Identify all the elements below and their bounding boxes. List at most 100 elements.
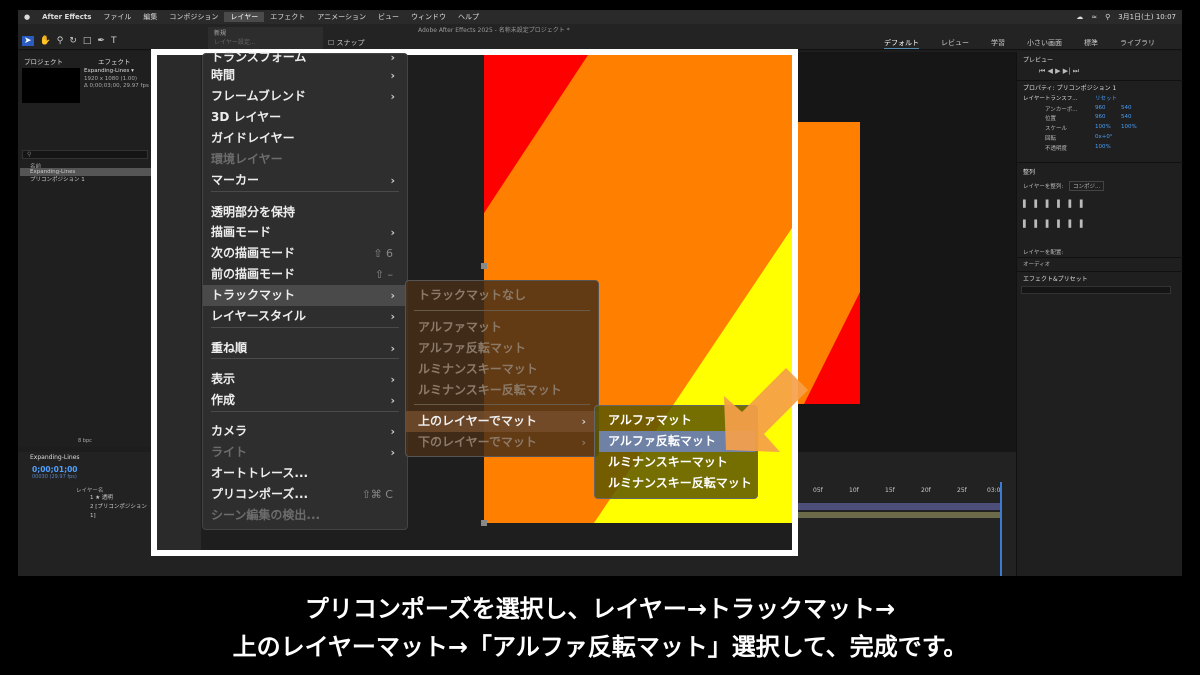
align-target-select[interactable]: コンポジ...	[1069, 181, 1105, 191]
layer-menu-item[interactable]: カメラ ›	[203, 421, 407, 442]
layer-menu-item[interactable]: 作成 ›	[203, 390, 407, 411]
trackmatte-menu-item[interactable]: 上のレイヤーでマット ›	[406, 411, 598, 432]
layer-menu-item[interactable]: オートトレース...	[203, 463, 407, 484]
clock-text[interactable]: 3月1日(土) 10:07	[1118, 12, 1176, 22]
timeline-tab[interactable]: Expanding-Lines	[30, 454, 80, 461]
rotation-value[interactable]: 0x+0°	[1095, 134, 1113, 140]
timeline-layer-2[interactable]: 2 [プリコンポジション 1]	[18, 503, 152, 519]
workspace-small[interactable]: 小さい画面	[1027, 38, 1062, 49]
scale-y[interactable]: 100%	[1121, 124, 1137, 130]
workspace-review[interactable]: レビュー	[941, 38, 969, 49]
layer-menu-item[interactable]: 描画モード ›	[203, 222, 407, 243]
position-y[interactable]: 540	[1121, 114, 1132, 120]
transform-handle[interactable]	[481, 520, 487, 526]
align-buttons[interactable]: ▌▌▌▌▌▌	[1023, 200, 1091, 208]
layer-2-track[interactable]	[798, 512, 1000, 518]
menu-separator	[211, 327, 399, 328]
trackmatte-menu-item[interactable]: 下のレイヤーでマット ›	[406, 432, 598, 453]
layer-menu-item[interactable]: フレームブレンド ›	[203, 86, 407, 107]
layer-menu-item[interactable]: 表示 ›	[203, 369, 407, 390]
layer-menu-item[interactable]: ガイドレイヤー	[203, 128, 407, 149]
layer-menu-item[interactable]: 透明部分を保持	[203, 202, 407, 223]
layer-menu-item[interactable]: 時間 ›	[203, 65, 407, 86]
chevron-right-icon: ›	[390, 226, 395, 239]
chevron-right-icon: ›	[390, 394, 395, 407]
bpc-label[interactable]: 8 bpc	[78, 438, 92, 444]
apple-icon[interactable]: ●	[18, 13, 36, 21]
shape-tool-icon[interactable]: □	[83, 36, 92, 46]
reset-link[interactable]: リセット	[1095, 94, 1117, 102]
menu-effect[interactable]: エフェクト	[264, 12, 311, 22]
layer-menu-item[interactable]: レイヤースタイル ›	[203, 306, 407, 327]
app-menu[interactable]: After Effects	[36, 13, 97, 21]
workspace-learn[interactable]: 学習	[991, 38, 1005, 49]
opacity-value[interactable]: 100%	[1095, 144, 1111, 150]
search-icon[interactable]: ⚲	[1105, 13, 1110, 21]
workspace-libraries[interactable]: ライブラリ	[1120, 38, 1155, 49]
layer-menu-item[interactable]: トラックマット ›	[203, 285, 407, 306]
timeline-layer-1[interactable]: 1 ★ 透明	[18, 494, 152, 503]
anchor-x[interactable]: 960	[1095, 105, 1106, 111]
project-item-name[interactable]: Expanding-Lines ▾	[84, 68, 134, 74]
menu-edit[interactable]: 編集	[137, 12, 163, 22]
cloud-icon[interactable]: ☁	[1076, 13, 1083, 21]
layer-menu-item[interactable]: ライト ›	[203, 442, 407, 463]
layer-menu-item[interactable]: シーン編集の検出...	[203, 505, 407, 526]
trackmatte-menu-item[interactable]: トラックマットなし	[406, 285, 598, 306]
project-item-dims: 1920 x 1080 (1.00)	[84, 76, 138, 82]
time-ruler[interactable]: 05f 10f 15f 20f 25f 03:0	[813, 487, 1003, 499]
menu-window[interactable]: ウィンドウ	[405, 12, 452, 22]
layer-menu-item[interactable]: 重ね順 ›	[203, 338, 407, 359]
zoom-tool-icon[interactable]: ⚲	[57, 36, 64, 46]
menu-file[interactable]: ファイル	[97, 12, 137, 22]
effects-tab[interactable]: エフェクト	[98, 56, 131, 66]
layer-menu-item[interactable]: 3D レイヤー	[203, 107, 407, 128]
pen-tool-icon[interactable]: ✒	[97, 36, 105, 46]
separator	[1017, 271, 1183, 272]
menu-animation[interactable]: アニメーション	[311, 12, 372, 22]
layer-menu-item[interactable]: プリコンポーズ... ⇧⌘ C	[203, 484, 407, 505]
layer-1-track[interactable]	[798, 503, 1000, 510]
menu-view[interactable]: ビュー	[372, 12, 405, 22]
project-search-input[interactable]: ⚲	[22, 150, 148, 159]
trackmatte-menu-item[interactable]: アルファ反転マット	[406, 338, 598, 359]
project-item-comp[interactable]: Expanding-Lines	[20, 168, 152, 176]
menu-layer[interactable]: レイヤー	[224, 12, 265, 22]
transform-handle[interactable]	[481, 263, 487, 269]
position-x[interactable]: 960	[1095, 114, 1106, 120]
properties-title[interactable]: プロパティ: プリコンポジション 1	[1023, 83, 1116, 92]
project-item-precomp[interactable]: プリコンポジション 1	[20, 176, 152, 184]
scale-x[interactable]: 100%	[1095, 124, 1111, 130]
workspace-standard[interactable]: 標準	[1084, 38, 1098, 49]
current-time-indicator[interactable]	[1000, 482, 1002, 576]
project-tab[interactable]: プロジェクト	[24, 56, 63, 66]
hand-tool-icon[interactable]: ✋	[40, 36, 51, 46]
selection-tool-icon[interactable]: ➤	[22, 36, 34, 46]
trackmatte-menu-item[interactable]: ルミナンスキーマット	[406, 359, 598, 380]
menu-new[interactable]: 新規	[214, 29, 317, 38]
align-title[interactable]: 整列	[1023, 167, 1035, 176]
audio-title[interactable]: オーディオ	[1023, 260, 1050, 268]
preview-title[interactable]: プレビュー	[1023, 55, 1053, 64]
menu-composition[interactable]: コンポジション	[163, 12, 224, 22]
wifi-icon[interactable]: ≈	[1091, 13, 1097, 21]
trackmatte-menu-item[interactable]: アルファマット	[406, 317, 598, 338]
menu-help[interactable]: ヘルプ	[452, 12, 485, 22]
menu-layer-settings[interactable]: レイヤー設定...	[214, 38, 317, 47]
workspace-default[interactable]: デフォルト	[884, 38, 919, 49]
distribute-buttons[interactable]: ▌▌▌▌▌▌	[1023, 220, 1091, 228]
layer-menu-item[interactable]: 前の描画モード ⇧ –	[203, 264, 407, 285]
text-tool-icon[interactable]: T	[111, 36, 117, 46]
layer-menu-item[interactable]: 次の描画モード ⇧ 6	[203, 243, 407, 264]
effects-search-input[interactable]	[1021, 286, 1171, 294]
matte-menu-item[interactable]: ルミナンスキー反転マット	[599, 473, 755, 494]
rotate-tool-icon[interactable]: ↻	[69, 36, 77, 46]
layer-menu-item[interactable]: マーカー ›	[203, 170, 407, 191]
trackmatte-menu-item-label: 上のレイヤーでマット	[418, 414, 537, 428]
effects-presets-title[interactable]: エフェクト&プリセット	[1023, 274, 1088, 283]
trackmatte-menu-item[interactable]: ルミナンスキー反転マット	[406, 380, 598, 401]
layer-menu-item[interactable]: 環境レイヤー	[203, 149, 407, 170]
anchor-y[interactable]: 540	[1121, 105, 1132, 111]
playback-controls[interactable]: ⏮ ◀ ▶ ▶| ⏭	[1039, 67, 1079, 76]
current-time[interactable]: 0;00;01;00	[32, 465, 78, 474]
